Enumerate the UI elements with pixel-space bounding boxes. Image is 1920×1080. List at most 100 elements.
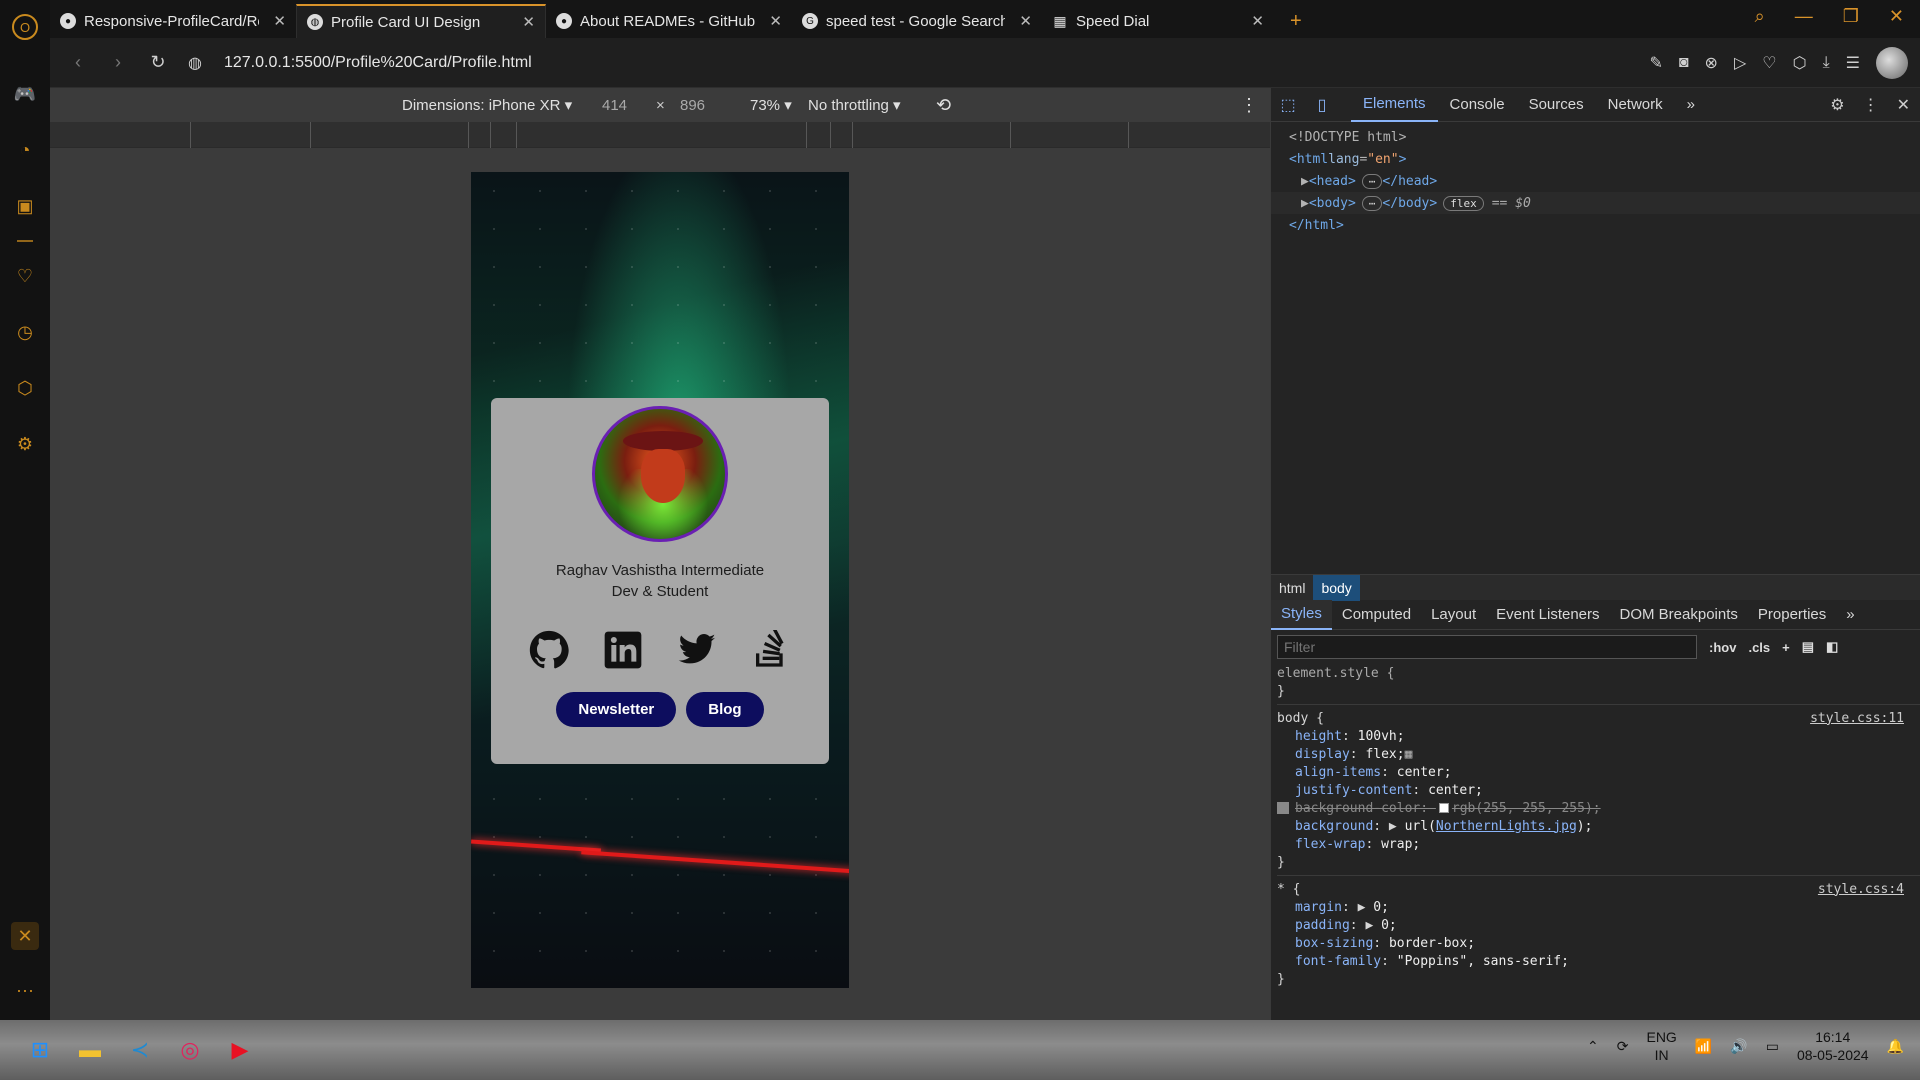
css-declaration[interactable]: box-sizing: border-box; bbox=[1277, 934, 1920, 952]
more-subtabs-icon[interactable]: » bbox=[1836, 600, 1864, 630]
rule-selector[interactable]: * {style.css:4 bbox=[1277, 880, 1920, 898]
linkedin-link[interactable] bbox=[601, 628, 645, 672]
star-rule-source-link[interactable]: style.css:4 bbox=[1818, 882, 1904, 897]
vscode-icon[interactable]: ≺ bbox=[122, 1032, 158, 1068]
dom-line-doctype[interactable]: <!DOCTYPE html> bbox=[1271, 126, 1920, 148]
tab-event-listeners[interactable]: Event Listeners bbox=[1486, 600, 1609, 630]
css-declaration[interactable]: justify-content: center; bbox=[1277, 781, 1920, 799]
window-close-icon[interactable]: ✕ bbox=[1889, 6, 1904, 27]
breadcrumb-body[interactable]: body bbox=[1313, 574, 1360, 601]
declaration-checkbox[interactable] bbox=[1277, 802, 1289, 814]
inspect-element-icon[interactable]: ⬚ bbox=[1271, 95, 1305, 115]
url-field[interactable]: 127.0.0.1:5500/Profile%20Card/Profile.ht… bbox=[224, 54, 532, 72]
twitter-link[interactable] bbox=[675, 628, 719, 672]
ellipsis-icon[interactable]: ⋯ bbox=[1361, 173, 1383, 189]
tab-speed-test[interactable]: G speed test - Google Search ✕ bbox=[792, 4, 1042, 38]
notification-icon[interactable]: 🔔 bbox=[1887, 1038, 1904, 1055]
kebab-menu-icon[interactable]: ⋮ bbox=[1863, 95, 1879, 115]
language-indicator[interactable]: ENG IN bbox=[1646, 1028, 1676, 1064]
edit-icon[interactable]: ✎ bbox=[1649, 53, 1662, 73]
expand-triangle-icon[interactable]: ▶ bbox=[1301, 196, 1309, 211]
flex-badge[interactable]: flex bbox=[1443, 195, 1484, 211]
newsletter-button[interactable]: Newsletter bbox=[556, 692, 677, 727]
color-swatch-icon[interactable] bbox=[1438, 803, 1449, 813]
clock-icon[interactable]: ◷ bbox=[11, 318, 39, 346]
tab-styles[interactable]: Styles bbox=[1271, 599, 1332, 630]
heart-icon[interactable]: ♡ bbox=[11, 262, 39, 290]
dom-line-head[interactable]: ▶ <head> ⋯ </head> bbox=[1271, 170, 1920, 192]
throttle-select[interactable]: No throttling ▾ bbox=[808, 96, 901, 114]
more-tabs-icon[interactable]: » bbox=[1675, 88, 1707, 122]
tab-about-readmes[interactable]: ● About READMEs - GitHub I ✕ bbox=[546, 4, 792, 38]
tab-console[interactable]: Console bbox=[1438, 88, 1517, 122]
camera-icon[interactable]: ◙ bbox=[1679, 54, 1689, 72]
battery-icon[interactable]: ▭ bbox=[1766, 1038, 1779, 1055]
close-icon[interactable]: ✕ bbox=[1897, 95, 1910, 115]
body-rule-source-link[interactable]: style.css:11 bbox=[1810, 711, 1904, 726]
extension-tools-icon[interactable]: ✕ bbox=[11, 922, 39, 950]
download-icon[interactable]: ⤓ bbox=[1823, 54, 1830, 72]
css-declaration[interactable]: margin: ▶ 0; bbox=[1277, 898, 1920, 916]
new-tab-button[interactable]: + bbox=[1290, 4, 1302, 38]
play-icon[interactable]: ▷ bbox=[1734, 53, 1746, 73]
more-options-icon[interactable]: ⋮ bbox=[1240, 95, 1258, 116]
width-input[interactable]: 414 bbox=[602, 97, 627, 114]
briefcase-icon[interactable]: ▣ bbox=[11, 192, 39, 220]
clock[interactable]: 16:14 08-05-2024 bbox=[1797, 1028, 1869, 1064]
height-input[interactable]: 896 bbox=[680, 97, 705, 114]
dom-line-html-close[interactable]: </html> bbox=[1271, 214, 1920, 236]
site-info-icon[interactable]: ◍ bbox=[188, 53, 202, 73]
flex-editor-icon[interactable]: ▦ bbox=[1405, 747, 1413, 762]
media-player-icon[interactable]: ▶ bbox=[222, 1032, 258, 1068]
background-image-link[interactable]: NorthernLights.jpg bbox=[1436, 819, 1577, 834]
close-icon[interactable]: ✕ bbox=[522, 13, 535, 31]
tab-layout[interactable]: Layout bbox=[1421, 600, 1486, 630]
more-icon[interactable]: ··· bbox=[11, 976, 39, 1004]
favorite-icon[interactable]: ♡ bbox=[1762, 53, 1776, 73]
tab-elements[interactable]: Elements bbox=[1351, 88, 1438, 122]
settings-sliders-icon[interactable]: ☰ bbox=[1846, 53, 1860, 73]
cube-icon[interactable]: ⬡ bbox=[11, 374, 39, 402]
close-icon[interactable]: ✕ bbox=[273, 12, 286, 30]
sidebar-toggle-icon[interactable]: ◧ bbox=[1826, 639, 1838, 655]
dom-line-html[interactable]: <html lang = "en" > bbox=[1271, 148, 1920, 170]
device-dimensions-select[interactable]: Dimensions: iPhone XR ▾ bbox=[402, 96, 572, 114]
breadcrumb-html[interactable]: html bbox=[1271, 575, 1313, 601]
tab-responsive-profilecard[interactable]: ● Responsive-ProfileCard/Re ✕ bbox=[50, 4, 296, 38]
file-explorer-icon[interactable]: ▬ bbox=[72, 1032, 108, 1068]
paint-icon[interactable]: ▤ bbox=[1802, 639, 1814, 655]
css-declaration[interactable]: height: 100vh; bbox=[1277, 727, 1920, 745]
github-link[interactable] bbox=[527, 628, 571, 672]
expand-triangle-icon[interactable]: ▶ bbox=[1301, 174, 1309, 189]
box-icon[interactable]: ⬡ bbox=[1793, 53, 1807, 73]
profile-avatar[interactable] bbox=[1876, 46, 1908, 79]
sync-icon[interactable]: ⟳ bbox=[1617, 1038, 1629, 1055]
search-icon[interactable]: ⌕ bbox=[1755, 6, 1765, 27]
gear-icon[interactable]: ⚙ bbox=[11, 430, 39, 458]
close-icon[interactable]: ✕ bbox=[1019, 12, 1032, 30]
css-declaration[interactable]: flex-wrap: wrap; bbox=[1277, 835, 1920, 853]
zoom-select[interactable]: 73% ▾ bbox=[750, 96, 792, 114]
tab-dom-breakpoints[interactable]: DOM Breakpoints bbox=[1610, 600, 1748, 630]
windows-start-icon[interactable]: ⊞ bbox=[22, 1032, 58, 1068]
rotate-icon[interactable]: ⟲ bbox=[936, 95, 951, 116]
css-declaration[interactable]: font-family: "Poppins", sans-serif; bbox=[1277, 952, 1920, 970]
css-declaration-overridden[interactable]: background-color: rgb(255, 255, 255); bbox=[1277, 799, 1920, 817]
volume-icon[interactable]: 🔊 bbox=[1730, 1038, 1747, 1055]
add-rule-icon[interactable]: + bbox=[1782, 640, 1790, 655]
opera-gx-icon[interactable]: ◎ bbox=[172, 1032, 208, 1068]
tab-network[interactable]: Network bbox=[1596, 88, 1675, 122]
hov-toggle[interactable]: :hov bbox=[1709, 640, 1736, 655]
wifi-icon[interactable]: 📶 bbox=[1695, 1038, 1712, 1055]
speedometer-icon[interactable]: ◔ bbox=[11, 136, 39, 164]
rule-selector[interactable]: element.style { bbox=[1277, 664, 1920, 682]
reload-icon[interactable]: ↻ bbox=[138, 52, 178, 73]
dom-line-body[interactable]: ▶ <body> ⋯ </body> flex == $0 bbox=[1271, 192, 1920, 214]
browser-logo-icon[interactable]: O bbox=[12, 14, 38, 40]
rule-selector[interactable]: body {style.css:11 bbox=[1277, 709, 1920, 727]
minimize-icon[interactable]: — bbox=[1795, 6, 1813, 27]
close-icon[interactable]: ✕ bbox=[769, 12, 782, 30]
css-declaration[interactable]: padding: ▶ 0; bbox=[1277, 916, 1920, 934]
css-declaration[interactable]: background: ▶ url(NorthernLights.jpg); bbox=[1277, 817, 1920, 835]
styles-filter-input[interactable] bbox=[1277, 635, 1697, 659]
